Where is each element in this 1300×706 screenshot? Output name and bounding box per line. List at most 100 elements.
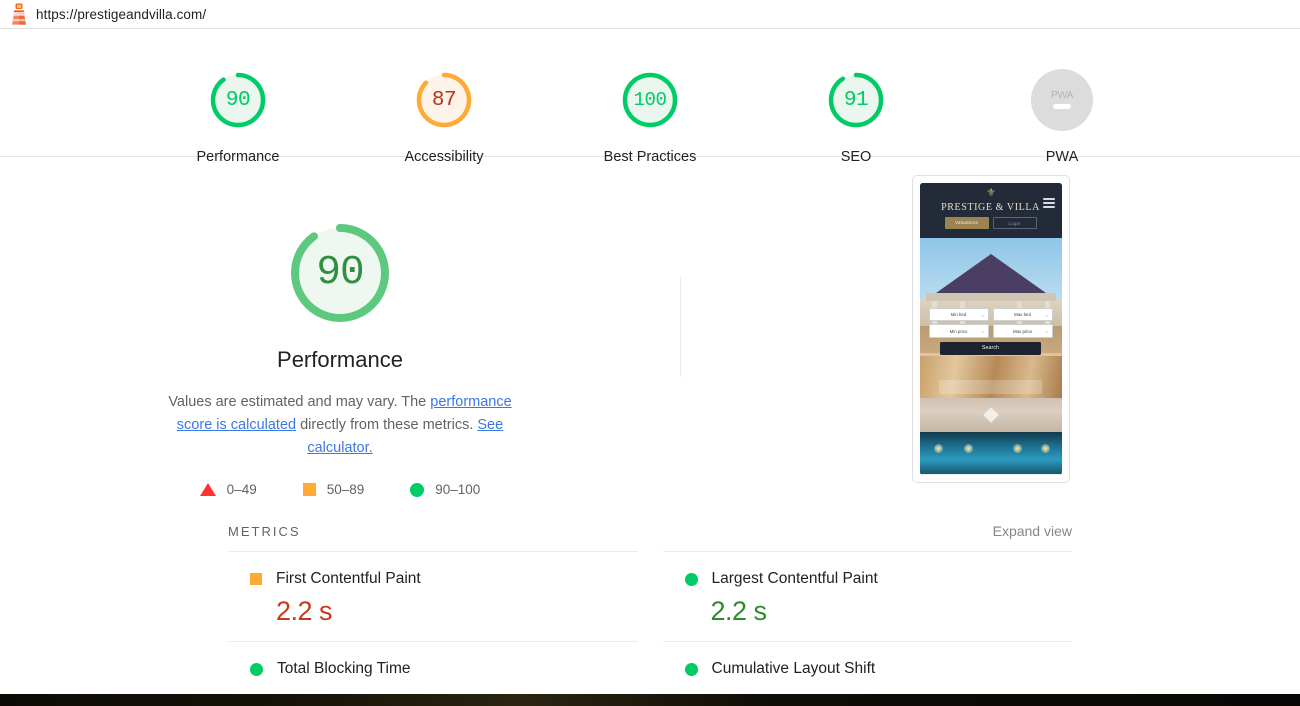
url-text[interactable]: https://prestigeandvilla.com/ — [36, 7, 206, 22]
pool-light — [1040, 444, 1050, 453]
chevron-down-icon: ⌄ — [1045, 312, 1049, 318]
circle-pass-icon — [684, 572, 698, 586]
metric-label: Cumulative Layout Shift — [711, 660, 876, 677]
search-button[interactable]: Search — [939, 341, 1042, 355]
metric-label: Total Blocking Time — [277, 660, 411, 677]
chevron-down-icon: ⌄ — [981, 328, 985, 334]
report-body: 90 Performance Values are estimated and … — [0, 157, 1300, 692]
search-row-beds: Min bed ⌄ Max bed ⌄ — [928, 308, 1053, 322]
circle-pass-icon — [410, 482, 425, 497]
max-price-select[interactable]: Max price ⌄ — [992, 324, 1053, 338]
search-row-price: Min price ⌄ Max price ⌄ — [928, 324, 1053, 338]
phone-viewport: ⚜ PRESTIGE & VILLA Valuations Login Min … — [919, 183, 1062, 475]
square-average-icon — [302, 483, 316, 496]
min-price-select[interactable]: Min price ⌄ — [928, 324, 989, 338]
gauge-accessibility: 87 — [413, 69, 475, 131]
gauge-performance: 90 — [207, 69, 269, 131]
metric-value: 2.2 s — [710, 596, 768, 626]
metrics-title: METRICS — [228, 524, 301, 539]
gauge-best-practices: 100 — [619, 69, 681, 131]
gauge-value: 87 — [431, 88, 457, 112]
crest-icon: ⚜ — [986, 187, 996, 199]
desc-part-1: Values are estimated and may vary. The — [168, 394, 431, 410]
gauge-seo: 91 — [825, 69, 887, 131]
metric-cumulative-layout-shift[interactable]: Cumulative Layout Shift — [662, 641, 1073, 692]
expand-view-toggle[interactable]: Expand view — [993, 523, 1072, 539]
metric-name-row: Largest Contentful Paint — [684, 570, 1073, 588]
metric-name-row: Cumulative Layout Shift — [684, 660, 1073, 678]
legend-item-fail: 0–49 — [199, 482, 257, 497]
site-hero-image: Min bed ⌄ Max bed ⌄ Min price ⌄ Max price ⌄ … — [919, 238, 1062, 398]
square-average-icon — [250, 573, 262, 585]
metric-value: 2.2 s — [276, 596, 333, 626]
max-bed-select[interactable]: Max bed ⌄ — [992, 308, 1053, 322]
metric-label: First Contentful Paint — [276, 570, 421, 587]
circle-pass-icon — [684, 662, 698, 676]
metric-first-contentful-paint[interactable]: First Contentful Paint 2.2 s — [228, 551, 638, 641]
score-item-accessibility[interactable]: 87 Accessibility — [376, 69, 512, 165]
pwa-badge: PWA — [1031, 69, 1093, 131]
villa-lounge-image — [919, 398, 1062, 432]
metric-largest-contentful-paint[interactable]: Largest Contentful Paint 2.2 s — [662, 551, 1073, 641]
villa-roof-shape — [928, 254, 1053, 298]
pool-light — [933, 444, 943, 453]
gauge-value: 100 — [633, 89, 667, 111]
gauge-value: 90 — [225, 88, 251, 112]
score-item-best-practices[interactable]: 100 Best Practices — [582, 69, 718, 165]
metric-total-blocking-time[interactable]: Total Blocking Time — [228, 641, 638, 692]
metrics-header: METRICS Expand view — [228, 523, 1072, 539]
lighthouse-icon — [12, 3, 26, 25]
pwa-badge-text: PWA — [1050, 89, 1074, 101]
villa-interior-image — [919, 356, 1062, 398]
gauge-performance-large: 90 — [284, 217, 396, 329]
max-bed-label: Max bed — [1014, 312, 1031, 318]
legend-range: 50–89 — [326, 482, 365, 497]
hero-right-column: ⚜ PRESTIGE & VILLA Valuations Login Min … — [681, 175, 1300, 483]
score-item-seo[interactable]: 91 SEO — [788, 69, 924, 165]
metrics-section: METRICS Expand view First Contentful Pai… — [0, 523, 1300, 692]
property-search-form: Min bed ⌄ Max bed ⌄ Min price ⌄ Max price ⌄ … — [928, 308, 1053, 355]
metric-name-row: Total Blocking Time — [250, 660, 638, 678]
site-header: ⚜ PRESTIGE & VILLA Valuations Login — [919, 183, 1062, 238]
metric-name-row: First Contentful Paint — [250, 570, 638, 588]
category-scores-strip: 90 Performance 87 Accessibility 100 Best… — [0, 29, 1300, 165]
final-screenshot-thumbnail[interactable]: ⚜ PRESTIGE & VILLA Valuations Login Min … — [911, 175, 1070, 483]
chevron-down-icon: ⌄ — [1045, 328, 1049, 334]
pool-light — [963, 444, 973, 453]
desc-part-2: directly from these metrics. — [296, 417, 478, 433]
score-item-performance[interactable]: 90 Performance — [170, 69, 306, 165]
pool-light — [1012, 444, 1022, 453]
url-bar: https://prestigeandvilla.com/ — [0, 0, 1300, 29]
pwa-dash-icon — [1053, 104, 1071, 109]
min-bed-label: Min bed — [950, 312, 967, 318]
login-button[interactable]: Login — [992, 217, 1037, 229]
max-price-label: Max price — [1012, 328, 1033, 334]
villa-gallery-strip — [919, 474, 1062, 475]
legend-range: 90–100 — [435, 482, 481, 497]
hamburger-icon[interactable] — [1042, 198, 1055, 210]
page-title: Performance — [277, 347, 403, 372]
circle-pass-icon — [250, 662, 263, 676]
metrics-grid: First Contentful Paint 2.2 s Largest Con… — [228, 551, 1072, 692]
triangle-fail-icon — [199, 483, 216, 496]
legend-range: 0–49 — [226, 482, 257, 497]
legend-item-average: 50–89 — [302, 482, 365, 497]
gauge-value: 90 — [316, 250, 364, 296]
chevron-down-icon: ⌄ — [981, 312, 985, 318]
score-legend: 0–49 50–89 90–100 — [199, 482, 480, 497]
metric-label: Largest Contentful Paint — [711, 570, 878, 587]
gauge-value: 91 — [843, 88, 869, 112]
performance-hero: 90 Performance Values are estimated and … — [0, 175, 1300, 497]
site-nav-buttons: Valuations Login — [944, 217, 1037, 229]
min-bed-select[interactable]: Min bed ⌄ — [928, 308, 989, 322]
villa-pool-image — [919, 432, 1062, 474]
performance-description: Values are estimated and may vary. The p… — [150, 391, 530, 460]
min-price-label: Min price — [949, 328, 968, 334]
site-brand: PRESTIGE & VILLA — [941, 202, 1040, 213]
legend-item-pass: 90–100 — [410, 482, 480, 497]
score-item-pwa[interactable]: PWA PWA — [994, 69, 1130, 165]
hero-left-column: 90 Performance Values are estimated and … — [0, 217, 680, 497]
villa-eave-shape — [925, 293, 1056, 301]
underlying-page-strip — [0, 694, 1300, 706]
valuations-button[interactable]: Valuations — [944, 217, 989, 229]
